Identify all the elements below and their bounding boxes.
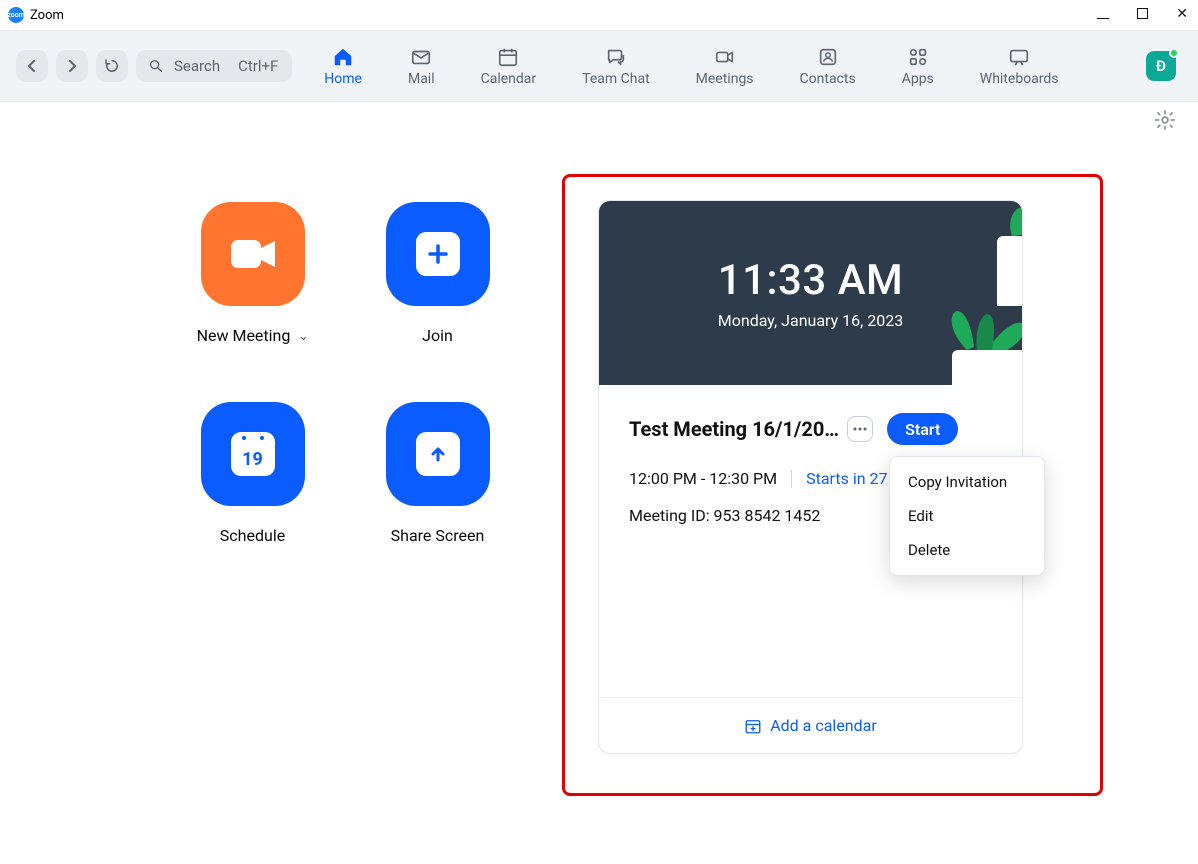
profile-avatar[interactable]: Đ	[1146, 51, 1176, 81]
tab-team-chat[interactable]: Team Chat	[582, 46, 649, 87]
schedule-day-number: 19	[242, 449, 263, 470]
nav-back-button[interactable]	[16, 50, 48, 82]
tab-contacts[interactable]: Contacts	[800, 46, 856, 87]
window-minimize-button[interactable]	[1097, 8, 1109, 22]
title-bar: zoom Zoom ✕	[0, 0, 1198, 30]
tab-home[interactable]: Home	[324, 46, 362, 87]
search-box[interactable]: Search Ctrl+F	[136, 50, 292, 82]
search-placeholder: Search	[174, 57, 220, 75]
video-icon	[227, 234, 279, 274]
share-screen-button[interactable]	[386, 402, 490, 506]
share-screen-label: Share Screen	[391, 526, 485, 545]
join-button[interactable]	[386, 202, 490, 306]
home-icon	[330, 46, 356, 68]
chat-icon	[603, 46, 629, 68]
plus-icon	[416, 232, 460, 276]
schedule-label: Schedule	[220, 526, 285, 545]
nav-forward-button[interactable]	[56, 50, 88, 82]
tab-calendar-label: Calendar	[481, 71, 537, 87]
window-close-button[interactable]: ✕	[1176, 7, 1188, 21]
add-calendar-link[interactable]: Add a calendar	[599, 697, 1022, 735]
apps-icon	[905, 46, 931, 68]
plant-decor-icon	[912, 275, 1022, 385]
tab-team-chat-label: Team Chat	[582, 71, 649, 87]
presence-indicator-icon	[1169, 48, 1179, 58]
new-meeting-label: New Meeting	[197, 326, 291, 345]
meeting-more-button[interactable]	[847, 416, 873, 442]
history-icon	[103, 57, 121, 75]
tab-apps-label: Apps	[902, 71, 934, 87]
tab-whiteboards[interactable]: Whiteboards	[980, 46, 1059, 87]
chevron-down-icon[interactable]: ⌄	[298, 329, 308, 343]
divider	[791, 470, 792, 488]
tab-contacts-label: Contacts	[800, 71, 856, 87]
tab-apps[interactable]: Apps	[902, 46, 934, 87]
avatar-letter: Đ	[1156, 57, 1166, 75]
tab-calendar[interactable]: Calendar	[481, 46, 537, 87]
schedule-button[interactable]: 19	[201, 402, 305, 506]
tab-whiteboards-label: Whiteboards	[980, 71, 1059, 87]
gear-icon	[1154, 109, 1176, 131]
tab-home-label: Home	[324, 71, 362, 87]
upcoming-meetings-card: 11:33 AM Monday, January 16, 2023 Test M…	[598, 200, 1023, 754]
calendar-add-icon	[744, 717, 762, 735]
contacts-icon	[815, 46, 841, 68]
chevron-right-icon	[67, 60, 77, 72]
arrow-up-icon	[416, 432, 460, 476]
whiteboard-icon	[1006, 46, 1032, 68]
start-meeting-button[interactable]: Start	[887, 413, 958, 445]
chevron-left-icon	[27, 60, 37, 72]
main-toolbar: Search Ctrl+F Home Mail Calendar Team	[0, 30, 1198, 102]
tab-mail[interactable]: Mail	[408, 46, 435, 87]
clock-time: 11:33 AM	[718, 256, 904, 305]
join-label: Join	[422, 326, 453, 345]
calendar-icon	[495, 46, 521, 68]
menu-copy-invitation[interactable]: Copy Invitation	[890, 465, 1044, 499]
zoom-logo-icon: zoom	[8, 7, 24, 23]
tab-meetings-label: Meetings	[696, 71, 754, 87]
meetings-icon	[712, 46, 738, 68]
new-meeting-button[interactable]	[201, 202, 305, 306]
window-maximize-button[interactable]	[1137, 8, 1148, 22]
history-button[interactable]	[96, 50, 128, 82]
ellipsis-icon	[853, 427, 867, 431]
menu-edit[interactable]: Edit	[890, 499, 1044, 533]
tab-mail-label: Mail	[408, 71, 435, 87]
mail-icon	[408, 46, 434, 68]
window-title: Zoom	[30, 8, 64, 23]
settings-button[interactable]	[1154, 109, 1176, 135]
add-calendar-label: Add a calendar	[770, 716, 877, 735]
menu-delete[interactable]: Delete	[890, 533, 1044, 567]
tab-meetings[interactable]: Meetings	[696, 46, 754, 87]
meeting-context-menu: Copy Invitation Edit Delete	[889, 456, 1045, 576]
search-shortcut: Ctrl+F	[238, 57, 278, 75]
clock-date: Monday, January 16, 2023	[718, 311, 903, 330]
meeting-time-range: 12:00 PM - 12:30 PM	[629, 469, 777, 488]
meeting-title: Test Meeting 16/1/20…	[629, 417, 839, 441]
calendar-day-icon: 19	[231, 432, 275, 476]
search-icon	[148, 58, 164, 74]
